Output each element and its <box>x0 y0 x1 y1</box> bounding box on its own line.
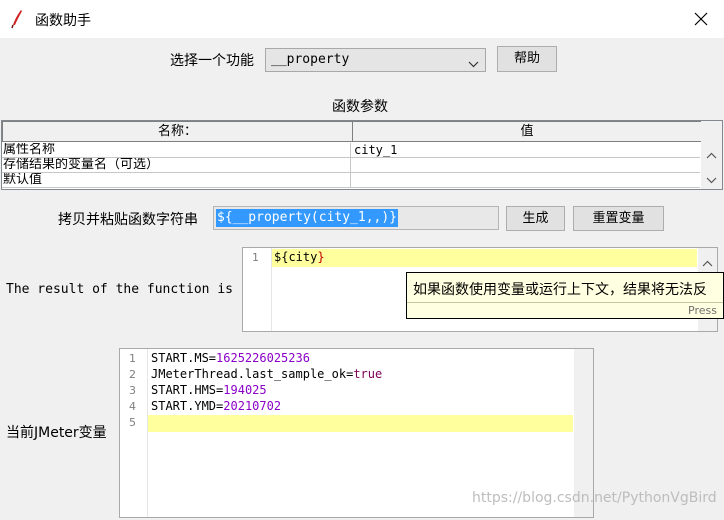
params-section-title: 函数参数 <box>332 99 388 115</box>
tooltip: 如果函数使用变量或运行上下文，结果将无法反 Press <box>406 272 724 319</box>
result-text-prefix: ${ <box>274 250 289 264</box>
result-text-body: city <box>288 250 318 264</box>
current-line-highlight <box>148 415 573 432</box>
column-header-name[interactable]: 名称： <box>2 121 353 142</box>
param-name: 存储结果的变量名（可选） <box>3 158 351 172</box>
title-bar: 函数助手 <box>0 0 724 38</box>
param-name: 属性名称 <box>3 143 351 157</box>
line-number: 5 <box>129 416 136 429</box>
variable-key: JMeterThread.last_sample_ok <box>151 367 347 381</box>
close-icon[interactable] <box>686 4 716 34</box>
line-number: 1 <box>129 352 136 365</box>
feather-icon <box>9 9 25 29</box>
function-string-label: 拷贝并粘贴函数字符串 <box>58 212 198 228</box>
reset-variables-button[interactable]: 重置变量 <box>573 206 664 231</box>
variable-key: START.YMD <box>151 399 217 413</box>
variable-key: START.HMS <box>151 383 217 397</box>
variable-value: 1625226025236 <box>216 351 310 365</box>
line-number: 3 <box>129 384 136 397</box>
variable-line: START.HMS=194025 <box>151 383 267 397</box>
result-text-suffix: } <box>317 250 325 264</box>
function-select-value: __property <box>271 52 350 67</box>
function-select[interactable]: __property <box>265 48 486 72</box>
param-value[interactable] <box>354 158 698 172</box>
line-number-gutter: 1 2 3 4 5 <box>120 349 148 517</box>
table-row[interactable]: 属性名称 city_1 <box>2 143 700 158</box>
table-row[interactable]: 存储结果的变量名（可选） <box>2 158 700 173</box>
chevron-down-icon[interactable] <box>706 173 717 188</box>
tooltip-text: 如果函数使用变量或运行上下文，结果将无法反 <box>413 282 707 298</box>
line-number: 1 <box>252 251 259 264</box>
chevron-up-icon[interactable] <box>702 256 713 271</box>
param-value[interactable]: city_1 <box>354 143 698 157</box>
table-row[interactable]: 默认值 <box>2 173 700 188</box>
current-line-highlight <box>272 249 697 267</box>
variable-value: 20210702 <box>223 399 282 413</box>
column-header-value[interactable]: 值 <box>352 121 702 142</box>
function-string-value: ${__property(city_1,,)} <box>216 209 399 227</box>
param-name: 默认值 <box>3 173 351 187</box>
tooltip-divider <box>407 302 723 303</box>
result-text: ${city} <box>274 250 325 264</box>
line-number: 4 <box>129 400 136 413</box>
tooltip-footer: Press <box>688 304 717 317</box>
variable-line: START.YMD=20210702 <box>151 399 282 413</box>
result-label: The result of the function is <box>6 282 233 297</box>
params-table: 名称： 值 属性名称 city_1 存储结果的变量名（可选） 默认值 <box>1 120 723 190</box>
line-number-gutter: 1 <box>243 248 272 331</box>
help-button[interactable]: 帮助 <box>497 46 557 72</box>
watermark: https://blog.csdn.net/PythonVgBird <box>472 490 717 506</box>
generate-button[interactable]: 生成 <box>506 206 565 231</box>
chevron-up-icon[interactable] <box>706 148 717 163</box>
variable-value: 194025 <box>223 383 267 397</box>
variable-line: JMeterThread.last_sample_ok=true <box>151 367 383 381</box>
variable-line: START.MS=1625226025236 <box>151 351 310 365</box>
variables-label: 当前JMeter变量 <box>6 425 107 441</box>
variable-key: START.MS <box>151 351 209 365</box>
variable-value: true <box>353 367 383 381</box>
table-scrollbar[interactable] <box>701 121 722 189</box>
window-title: 函数助手 <box>35 13 91 29</box>
line-number: 2 <box>129 368 136 381</box>
function-select-label: 选择一个功能 <box>170 53 254 69</box>
function-string-field[interactable]: ${__property(city_1,,)} <box>213 206 499 230</box>
chevron-down-icon <box>468 57 479 72</box>
param-value[interactable] <box>354 173 698 187</box>
